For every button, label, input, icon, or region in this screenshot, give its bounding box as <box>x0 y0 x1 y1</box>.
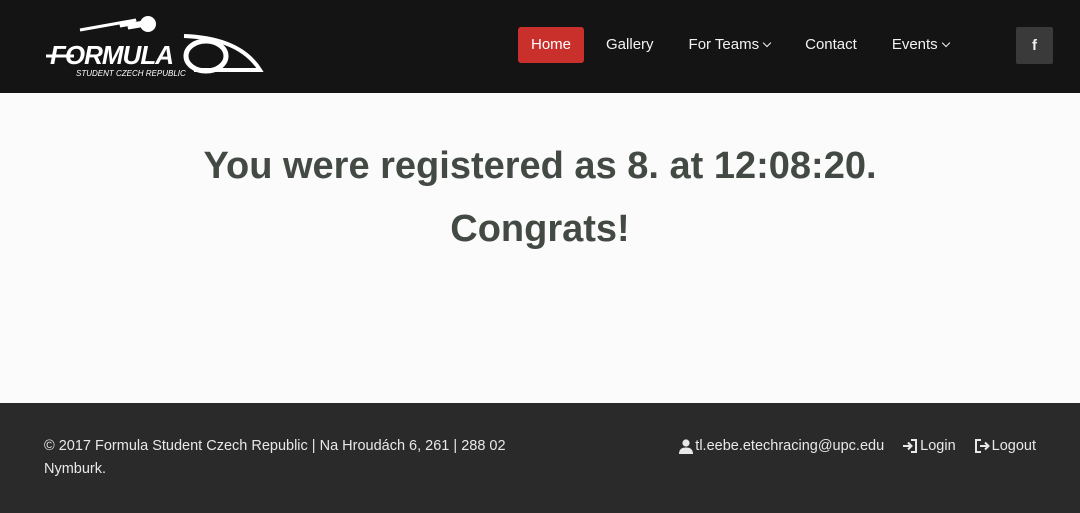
login-label: Login <box>920 438 956 454</box>
facebook-button[interactable]: f <box>1016 27 1053 64</box>
main-nav: Home Gallery For Teams Contact Events <box>518 27 971 63</box>
nav-item-gallery[interactable]: Gallery <box>593 27 667 63</box>
registration-message: You were registered as 8. at 12:08:20. <box>203 145 877 187</box>
copyright-text: © 2017 Formula Student Czech Republic | … <box>44 438 506 477</box>
sign-out-icon <box>974 439 990 453</box>
logo-brand-text: FORMULA <box>50 40 173 70</box>
formula-student-logo[interactable]: FORMULA STUDENT CZECH REPUBLIC <box>44 14 264 80</box>
main-content: You were registered as 8. at 12:08:20. C… <box>0 93 1080 403</box>
congrats-message: Congrats! <box>450 208 630 250</box>
nav-item-label: Gallery <box>606 36 654 53</box>
footer-account-links: tl.eebe.etechracing@upc.edu Login Logout <box>661 435 1036 457</box>
formula-logo-graphic: FORMULA STUDENT CZECH REPUBLIC <box>46 16 264 78</box>
nav-item-contact[interactable]: Contact <box>792 27 870 63</box>
nav-item-label: Home <box>531 36 572 53</box>
nav-item-for-teams[interactable]: For Teams <box>676 27 784 63</box>
nav-item-label: Contact <box>805 36 857 53</box>
logo-tagline-text: STUDENT CZECH REPUBLIC <box>76 69 186 78</box>
nav-item-label: For Teams <box>688 36 760 53</box>
chevron-down-icon <box>762 38 772 48</box>
login-link[interactable]: Login <box>902 438 956 454</box>
nav-item-home[interactable]: Home <box>518 27 585 63</box>
user-email: tl.eebe.etechracing@upc.edu <box>695 438 885 454</box>
chevron-down-icon <box>941 38 950 48</box>
sign-in-icon <box>903 439 918 453</box>
nav-item-events[interactable]: Events <box>879 27 962 63</box>
user-account-link[interactable]: tl.eebe.etechracing@upc.edu <box>679 438 884 454</box>
navbar: FORMULA STUDENT CZECH REPUBLIC Home Gall… <box>0 0 1080 93</box>
logout-label: Logout <box>991 438 1036 454</box>
nav-item-label: Events <box>891 36 938 53</box>
logout-link[interactable]: Logout <box>974 438 1036 454</box>
facebook-icon: f <box>1032 37 1037 54</box>
user-icon <box>679 438 694 454</box>
footer: © 2017 Formula Student Czech Republic | … <box>0 403 1080 513</box>
